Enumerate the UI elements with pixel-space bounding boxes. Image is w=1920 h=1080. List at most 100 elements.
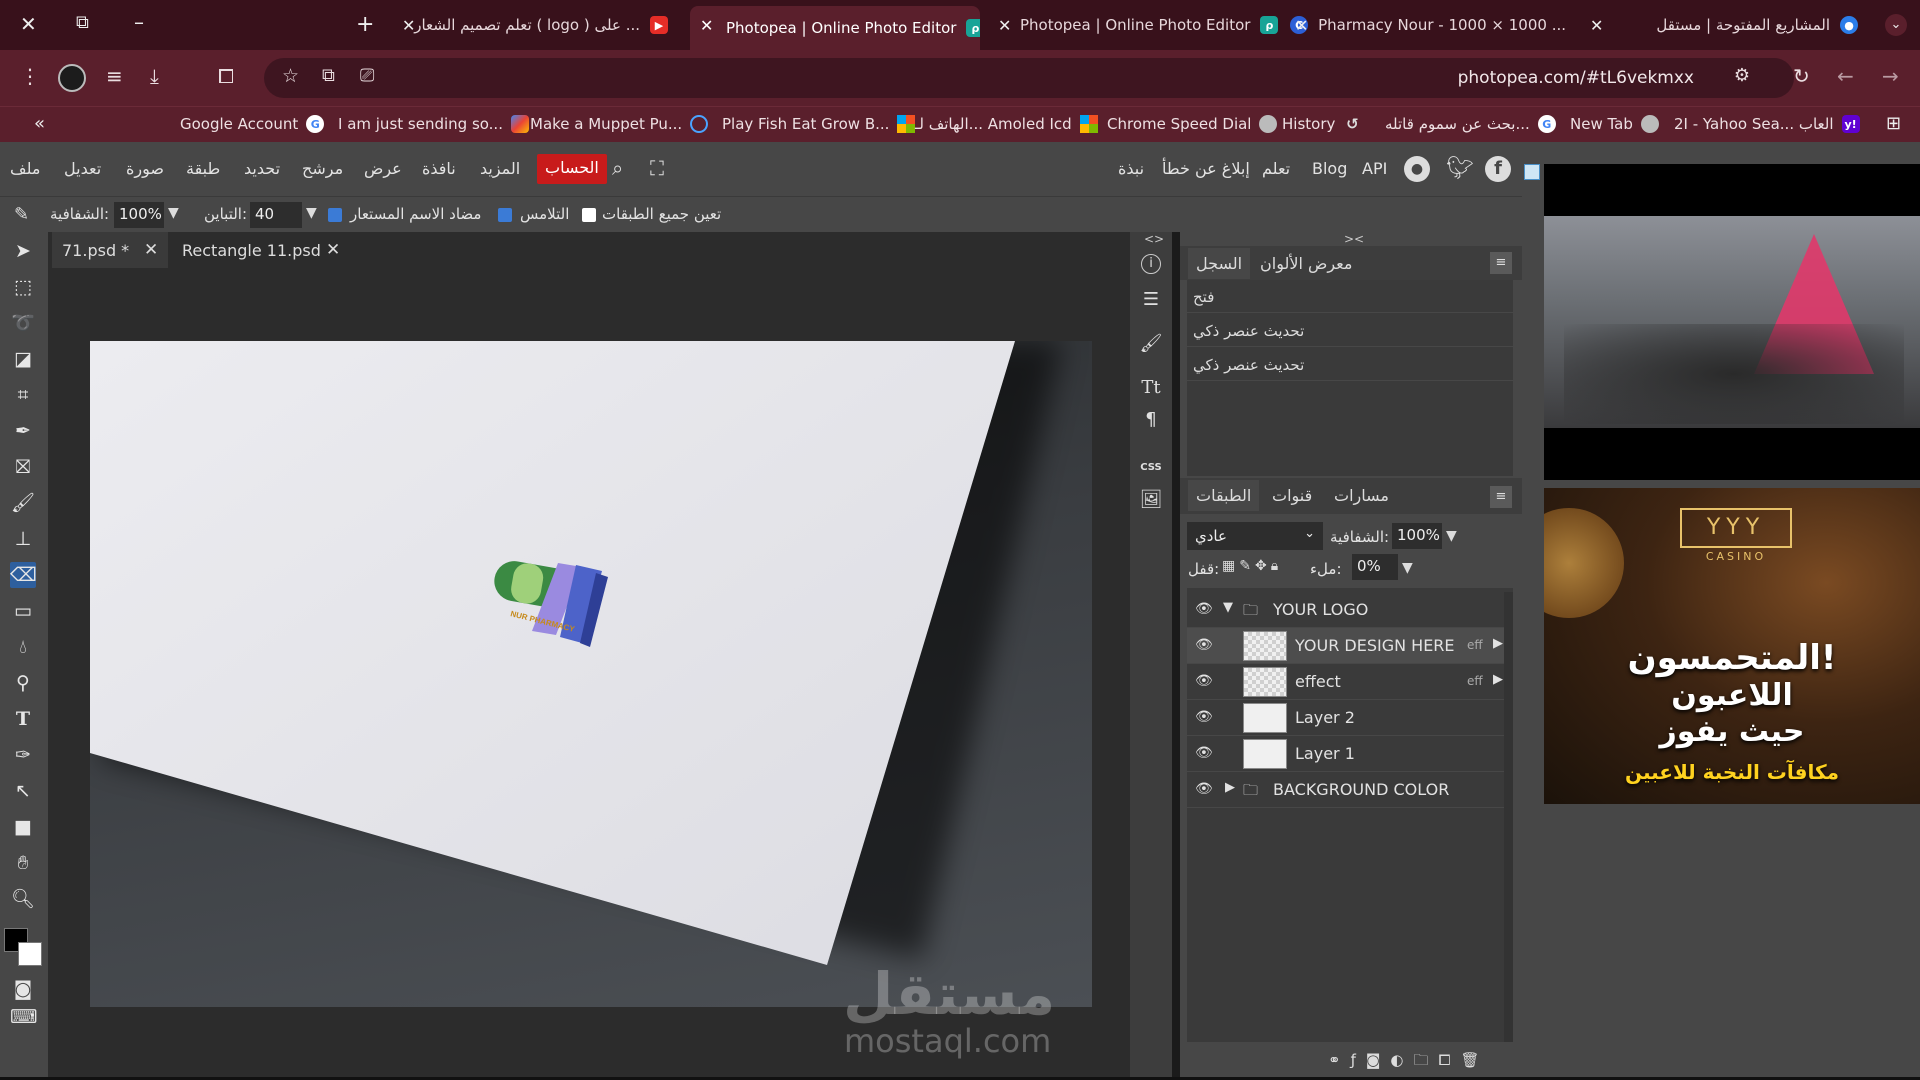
close-tab-icon[interactable]: ✕ <box>402 16 415 35</box>
forward-arrow-icon[interactable]: → <box>1882 66 1899 86</box>
menu-about[interactable]: نبذة <box>1118 159 1144 178</box>
bookmark-item[interactable]: New Tab <box>1570 115 1659 133</box>
paragraph-icon[interactable]: ¶ <box>1139 408 1163 432</box>
keyboard-icon[interactable]: ⌨ <box>10 1004 37 1030</box>
bookmark-item[interactable]: Chrome Speed Dial <box>1107 115 1278 133</box>
menu-edit[interactable]: تعديل <box>64 159 101 178</box>
close-tab-icon[interactable]: ✕ <box>700 16 713 35</box>
download-icon[interactable]: ⤓ <box>150 66 159 86</box>
tab-paths[interactable]: مسارات <box>1334 486 1389 505</box>
eye-icon[interactable]: 👁︎ <box>1195 601 1213 617</box>
document-tab[interactable]: Rectangle 11.psd <box>172 232 332 268</box>
opacity-dropdown-icon[interactable]: ▼ <box>168 205 179 221</box>
chevron-down-icon[interactable]: ▼ <box>1223 600 1233 615</box>
layer-row-group[interactable]: 👁︎ ▶ 🗀 BACKGROUND COLOR <box>1187 772 1513 808</box>
tab-youtube[interactable]: تعلم تصميم الشعار ( logo ) على ... ▶ <box>398 8 680 42</box>
blend-mode-select[interactable]: عادي ⌄ <box>1187 522 1323 550</box>
fill-input[interactable]: 0% <box>1352 554 1398 580</box>
eye-icon[interactable]: 👁︎ <box>1195 781 1213 797</box>
menu-select[interactable]: تحديد <box>244 159 280 178</box>
close-tab-icon[interactable]: ✕ <box>1590 16 1603 35</box>
twitter-icon[interactable]: 🐦︎ <box>1446 156 1474 181</box>
site-settings-icon[interactable]: ⚙ <box>1734 67 1750 85</box>
close-document-icon[interactable]: ✕ <box>144 240 158 260</box>
address-bar[interactable]: ☆ ⧉ ⎚ photopea.com/#tL6vekmxx ⚙ <box>264 58 1794 98</box>
install-app-icon[interactable]: ⎚ <box>360 67 374 85</box>
bookmarks-overflow-button[interactable]: « <box>34 113 45 134</box>
bookmark-item[interactable]: Play Fish Eat Grow B... <box>722 115 916 133</box>
close-tab-icon[interactable]: ✕ <box>998 16 1011 35</box>
layers-scrollbar[interactable] <box>1504 592 1513 1042</box>
expand-arrows-icon[interactable]: >< <box>1344 232 1364 246</box>
reddit-icon[interactable]: ● <box>1404 156 1430 182</box>
lock-options-icons[interactable]: ▦✎✥🔒︎ <box>1222 558 1282 574</box>
casino-ad[interactable]: YYY CASINO المتحمسون! اللاعبون حيث يفوز … <box>1544 488 1920 804</box>
menu-view[interactable]: عرض <box>364 159 402 178</box>
browser-menu-icon[interactable]: ⋮ <box>20 66 40 86</box>
chevron-right-icon[interactable]: ▶ <box>1225 780 1235 795</box>
video-ad[interactable] <box>1544 164 1920 480</box>
account-button[interactable]: الحساب <box>537 154 607 184</box>
crop-tool-icon[interactable]: ⌗ <box>10 382 36 408</box>
brush-settings-icon[interactable]: 🖌︎ <box>1139 332 1163 356</box>
menu-image[interactable]: صورة <box>126 159 164 178</box>
eyedropper-tool-icon[interactable]: ✒ <box>10 418 36 444</box>
tab-search-chevron-icon[interactable]: ⌄ <box>1885 14 1907 36</box>
dodge-tool-icon[interactable]: ⚲ <box>10 670 36 696</box>
clone-stamp-tool-icon[interactable]: ⊥ <box>10 526 36 552</box>
bookmark-item[interactable]: Google Account G <box>180 115 325 133</box>
layers-panel-menu-icon[interactable]: ≡ <box>1490 486 1512 508</box>
css-icon[interactable]: CSS <box>1139 456 1163 480</box>
bookmark-item[interactable]: 2I - Yahoo Sea... العاب y! <box>1674 115 1860 133</box>
window-close-icon[interactable]: ✕ <box>20 12 37 36</box>
tab-mostaql[interactable]: المشاريع المفتوحة | مستقل ● <box>1590 8 1870 42</box>
hand-tool-icon[interactable]: ✋︎ <box>10 850 36 876</box>
bookmark-item[interactable]: الهاتف لـ... Amoled Icd <box>915 115 1098 133</box>
tab-photopea-active[interactable]: Photopea | Online Photo Editor ρ <box>690 6 980 50</box>
spot-heal-tool-icon[interactable]: ⛝ <box>10 454 36 480</box>
layer-opacity-input[interactable]: 100% <box>1392 523 1442 549</box>
tab-pharmacy[interactable]: C Pharmacy Nour - 1000 × 1000 ... <box>1290 8 1578 42</box>
history-item[interactable]: تحديث عنصر ذكي <box>1187 348 1513 381</box>
quick-select-tool-icon[interactable]: ◪ <box>10 346 36 372</box>
zoom-tool-icon[interactable]: 🔍︎ <box>10 886 36 912</box>
new-tab-button[interactable]: + <box>356 12 374 37</box>
reload-icon[interactable]: ↻ <box>1793 66 1810 86</box>
bookmark-item[interactable]: بحث عن سموم قاتله... G <box>1385 115 1556 133</box>
eye-icon[interactable]: 👁︎ <box>1195 709 1213 725</box>
close-tab-icon[interactable]: ✕ <box>1295 16 1308 35</box>
image-icon[interactable]: 🖼︎ <box>1139 488 1163 512</box>
path-select-tool-icon[interactable]: ↖ <box>10 778 36 804</box>
fill-dropdown-icon[interactable]: ▼ <box>1402 560 1413 576</box>
layer-row[interactable]: 👁︎ Layer 2 <box>1187 700 1513 736</box>
profile-avatar[interactable] <box>58 64 86 92</box>
extensions-icon[interactable]: ⧠ <box>218 66 234 86</box>
move-tool-icon[interactable]: ➤ <box>10 238 36 264</box>
fx-badge[interactable]: eff <box>1467 638 1483 652</box>
menu-learn[interactable]: تعلم <box>1262 159 1290 178</box>
tab-channels[interactable]: قنوات <box>1272 486 1312 505</box>
brush-tool-icon[interactable]: 🖌︎ <box>10 490 36 516</box>
layer-row-smart[interactable]: 👁︎ effect eff ▶ <box>1187 664 1513 700</box>
pen-tool-icon[interactable]: ✑ <box>10 742 36 768</box>
close-document-icon[interactable]: ✕ <box>326 240 340 260</box>
layer-row-group[interactable]: 👁︎ ▼ 🗀 YOUR LOGO <box>1187 592 1513 628</box>
bookmark-item[interactable]: I am just sending so... <box>338 115 529 133</box>
window-minimize-icon[interactable]: – <box>134 10 144 34</box>
all-bookmarks-grid-icon[interactable]: ⊞ <box>1886 113 1901 134</box>
type-tool-icon[interactable]: T <box>10 706 36 732</box>
tab-photopea-2[interactable]: Photopea | Online Photo Editor ρ <box>990 8 1280 42</box>
bookmark-item[interactable]: History ↺ <box>1282 115 1361 133</box>
collapse-arrows-icon[interactable]: <> <box>1144 232 1164 246</box>
reading-list-icon[interactable]: ≡ <box>106 66 123 86</box>
back-arrow-icon[interactable]: ← <box>1837 66 1854 86</box>
history-panel-menu-icon[interactable]: ≡ <box>1490 252 1512 274</box>
layer-opacity-dropdown-icon[interactable]: ▼ <box>1446 528 1457 544</box>
tolerance-input[interactable]: 40 <box>250 202 302 228</box>
menu-more[interactable]: المزيد <box>480 159 520 178</box>
lasso-tool-icon[interactable]: ➰ <box>10 310 36 336</box>
eye-icon[interactable]: 👁︎ <box>1195 673 1213 689</box>
fullscreen-icon[interactable]: ⛶ <box>650 156 664 180</box>
tab-swatches[interactable]: معرض الألوان <box>1260 254 1352 273</box>
ad-choices-icon[interactable] <box>1524 164 1540 180</box>
